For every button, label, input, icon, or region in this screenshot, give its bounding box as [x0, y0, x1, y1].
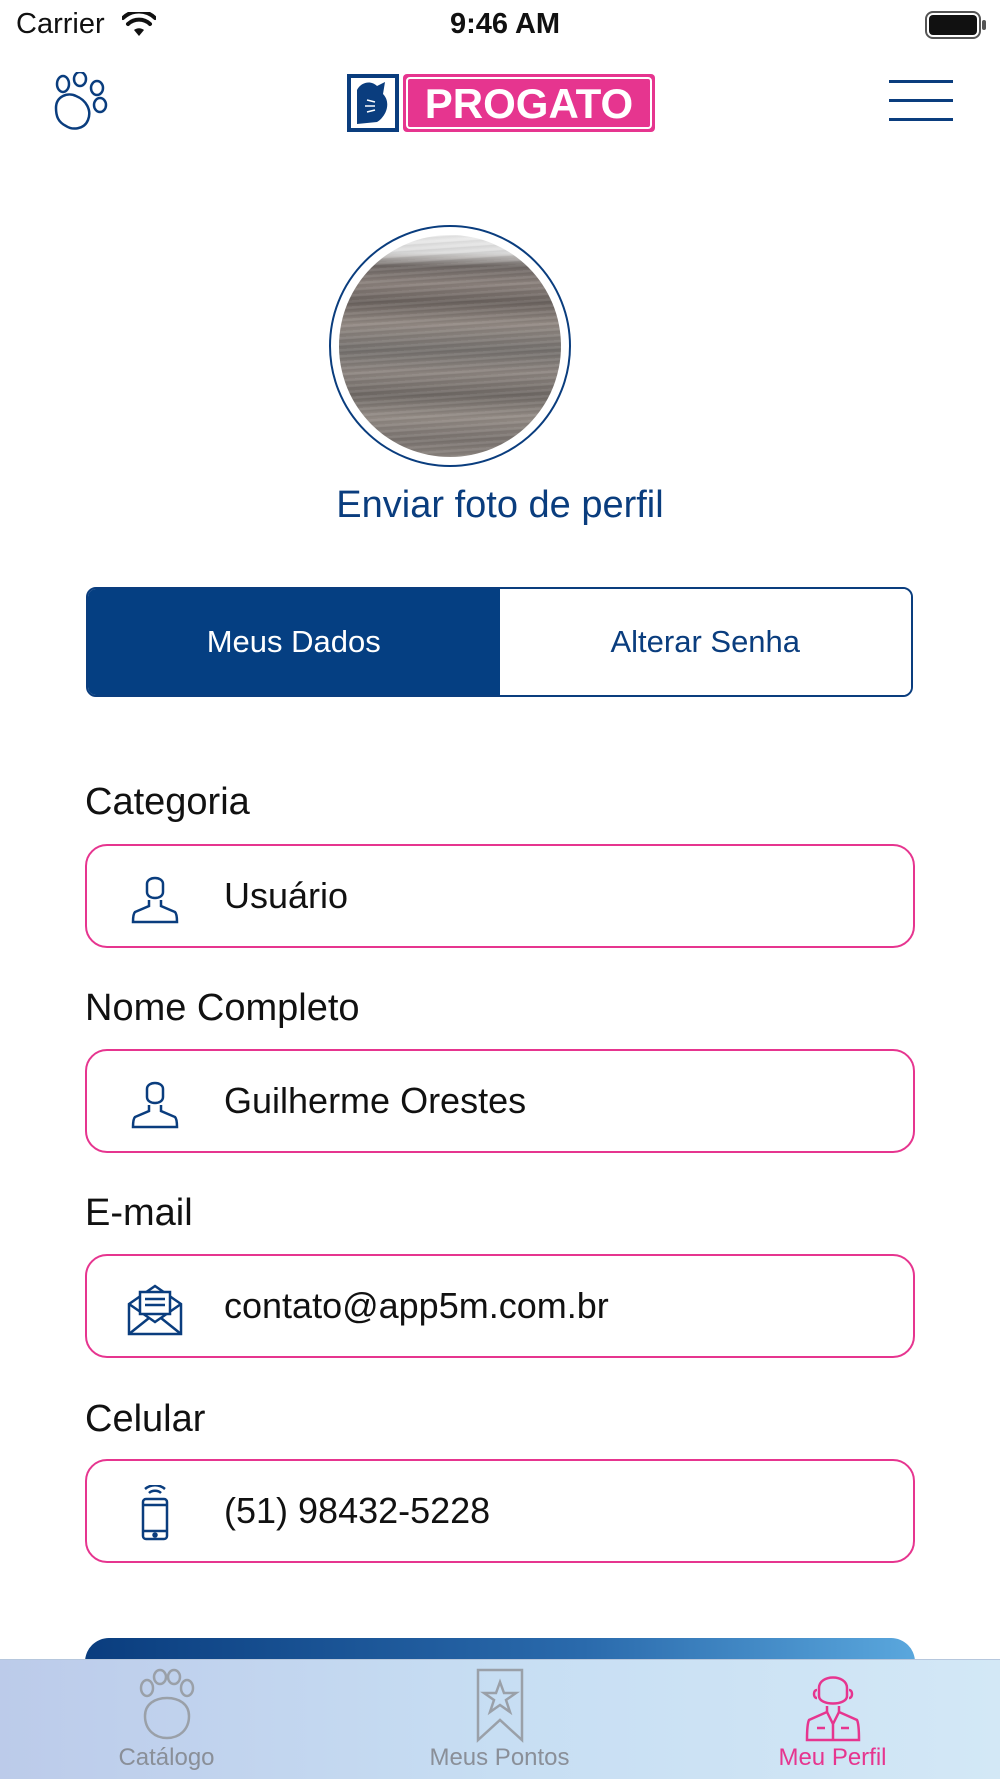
hamburger-icon — [889, 80, 953, 121]
bookmark-star-icon — [476, 1668, 523, 1743]
tab-catalog-label: Catálogo — [118, 1744, 215, 1771]
full-name-field[interactable]: Guilherme Orestes — [85, 1049, 915, 1153]
tab-catalog[interactable]: Catálogo — [0, 1660, 333, 1779]
user-icon — [131, 876, 179, 924]
category-value: Usuário — [224, 875, 349, 916]
category-field[interactable]: Usuário — [85, 844, 915, 948]
tab-my-points-label: Meus Pontos — [429, 1744, 570, 1771]
email-field[interactable]: contato@app5m.com.br — [85, 1254, 915, 1358]
logo-text: PROGATO — [425, 80, 633, 127]
profile-segmented-control: Meus Dados Alterar Senha — [86, 587, 913, 697]
profile-avatar[interactable] — [329, 225, 571, 467]
phone-value: (51) 98432-5228 — [224, 1490, 491, 1531]
paw-button[interactable] — [48, 70, 110, 134]
full-name-label: Nome Completo — [85, 987, 360, 1029]
paw-icon — [54, 70, 108, 130]
phone-label: Celular — [85, 1398, 206, 1440]
upload-photo-link[interactable]: Enviar foto de perfil — [0, 484, 1000, 527]
phone-icon — [141, 1485, 169, 1541]
full-name-value: Guilherme Orestes — [224, 1080, 527, 1121]
status-bar: Carrier 9:46 AM — [0, 0, 1000, 52]
tab-my-points[interactable]: Meus Pontos — [333, 1660, 666, 1779]
email-label: E-mail — [85, 1192, 193, 1234]
tab-my-profile-label: Meu Perfil — [778, 1744, 887, 1771]
tab-change-password[interactable]: Alterar Senha — [499, 589, 911, 695]
profile-person-icon — [805, 1676, 860, 1742]
tab-bar: Catálogo Meus Pontos Meu Perfil — [0, 1659, 1000, 1779]
paw-icon — [139, 1668, 194, 1740]
clock: 9:46 AM — [449, 8, 561, 40]
battery-icon — [925, 11, 986, 39]
envelope-icon — [127, 1284, 183, 1336]
menu-button[interactable] — [889, 80, 953, 122]
category-label: Categoria — [85, 781, 250, 823]
progato-logo: PROGATO — [347, 72, 655, 134]
avatar-photo — [339, 235, 561, 457]
phone-field[interactable]: (51) 98432-5228 — [85, 1459, 915, 1563]
tab-my-data[interactable]: Meus Dados — [88, 589, 500, 695]
user-icon — [131, 1081, 179, 1129]
tab-my-profile[interactable]: Meu Perfil — [666, 1660, 999, 1779]
email-value: contato@app5m.com.br — [224, 1285, 609, 1326]
